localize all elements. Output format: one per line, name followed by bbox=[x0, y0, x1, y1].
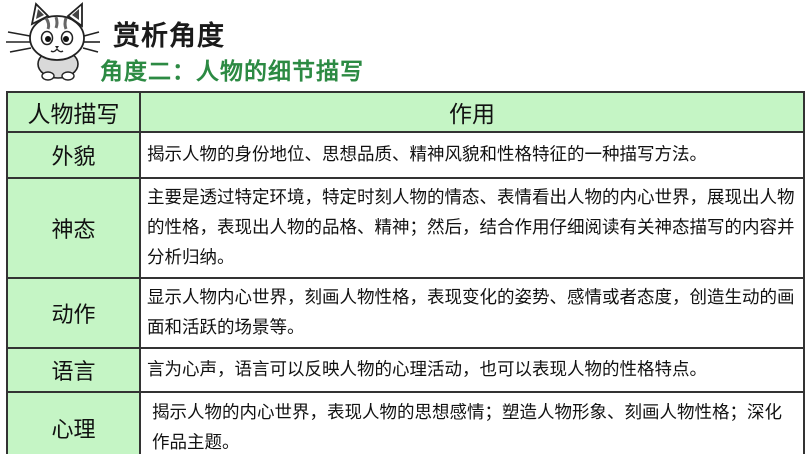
table-row: 语言 言为心声，语言可以反映人物的心理活动，也可以表现人物的性格特点。 bbox=[6, 347, 805, 393]
table-row: 外貌 揭示人物的身份地位、思想品质、精神风貌和性格特征的一种描写方法。 bbox=[6, 131, 805, 179]
row-value: 主要是透过特定环境，特定时刻人物的情态、表情看出人物的内心世界，展现出人物的性格… bbox=[139, 177, 805, 279]
page-title: 赏析角度 bbox=[113, 21, 225, 52]
column-header-type: 人物描写 bbox=[6, 91, 141, 133]
row-value: 言为心声，语言可以反映人物的心理活动，也可以表现人物的性格特点。 bbox=[139, 347, 805, 393]
table-row: 动作 显示人物内心世界，刻画人物性格，表现变化的姿势、感情或者态度，创造生动的画… bbox=[6, 277, 805, 349]
description-table-container: 人物描写 作用 外貌 揭示人物的身份地位、思想品质、精神风貌和性格特征的一种描写… bbox=[6, 91, 805, 454]
header: 赏析角度 角度二：人物的细节描写 bbox=[0, 0, 810, 90]
row-value: 揭示人物的身份地位、思想品质、精神风貌和性格特征的一种描写方法。 bbox=[139, 131, 805, 179]
table-row: 神态 主要是透过特定环境，特定时刻人物的情态、表情看出人物的内心世界，展现出人物… bbox=[6, 177, 805, 279]
row-key: 语言 bbox=[6, 347, 141, 393]
description-table: 人物描写 作用 外貌 揭示人物的身份地位、思想品质、精神风貌和性格特征的一种描写… bbox=[6, 91, 805, 454]
row-value: 揭示人物的内心世界，表现人物的思想感情；塑造人物形象、刻画人物性格；深化作品主题… bbox=[139, 391, 805, 454]
cat-mascot-icon bbox=[6, 2, 100, 81]
row-key: 心理 bbox=[6, 391, 141, 454]
section-subtitle: 角度二：人物的细节描写 bbox=[100, 59, 364, 85]
row-key: 外貌 bbox=[6, 131, 141, 179]
row-key: 动作 bbox=[6, 277, 141, 349]
row-key: 神态 bbox=[6, 177, 141, 279]
column-header-function: 作用 bbox=[139, 91, 805, 133]
table-row: 心理 揭示人物的内心世界，表现人物的思想感情；塑造人物形象、刻画人物性格；深化作… bbox=[6, 391, 805, 454]
row-value: 显示人物内心世界，刻画人物性格，表现变化的姿势、感情或者态度，创造生动的画面和活… bbox=[139, 277, 805, 349]
table-header-row: 人物描写 作用 bbox=[6, 91, 805, 133]
page: 赏析角度 角度二：人物的细节描写 人物描写 作用 外貌 揭示人物的身份地位、思想… bbox=[0, 0, 810, 454]
